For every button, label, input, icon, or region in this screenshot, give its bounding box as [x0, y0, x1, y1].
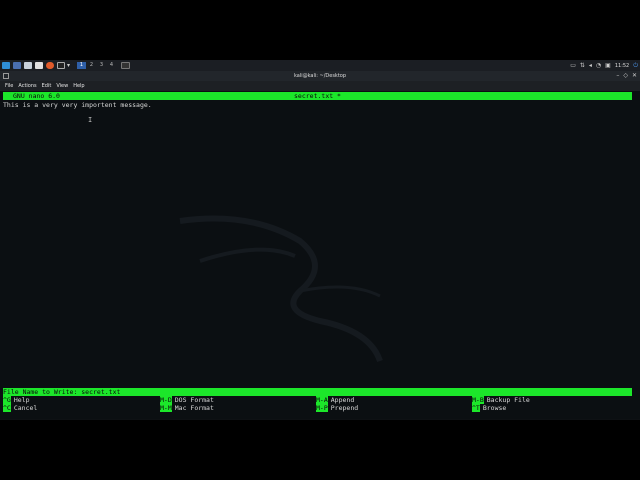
window-titlebar[interactable]: kali@kali: ~/Desktop – ◇ ✕	[0, 71, 640, 81]
kali-menu-icon[interactable]	[2, 62, 10, 69]
close-icon[interactable]: ✕	[632, 71, 637, 81]
text-cursor-icon: I	[88, 116, 93, 124]
terminal-icon[interactable]	[57, 62, 65, 69]
shortcut-cancel[interactable]: ^C Cancel	[3, 404, 37, 412]
file-content-line[interactable]: This is a very very importent message.	[3, 101, 152, 109]
minimize-icon[interactable]: –	[616, 71, 619, 81]
terminal-area[interactable]: GNU nano 6.0 secret.txt * This is a very…	[0, 91, 640, 419]
workspace-2[interactable]: 2	[87, 62, 96, 69]
clock[interactable]: 11:52	[615, 63, 629, 69]
chevron-down-icon[interactable]: ▾	[67, 60, 70, 71]
workspace-4[interactable]: 4	[107, 62, 116, 69]
shortcut-browse[interactable]: ^T Browse	[472, 404, 506, 412]
workspace-1[interactable]: 1	[77, 62, 87, 69]
network-icon[interactable]: ⇅	[580, 60, 585, 71]
workspace-3[interactable]: 3	[97, 62, 106, 69]
menu-file[interactable]: File	[5, 83, 13, 89]
shortcut-prepend[interactable]: M-P Prepend	[316, 404, 358, 412]
shortcut-backup-file[interactable]: M-B Backup File	[472, 396, 530, 404]
taskbar-terminal-icon[interactable]	[121, 62, 131, 69]
window-title: kali@kali: ~/Desktop	[293, 73, 347, 79]
workspace-switcher: 1 2 3 4	[76, 62, 116, 69]
menubar: File Actions Edit View Help	[0, 81, 640, 91]
shortcut-dos-format[interactable]: M-D DOS Format	[160, 396, 214, 404]
maximize-icon[interactable]: ◇	[623, 71, 628, 81]
firefox-icon[interactable]	[46, 62, 54, 69]
shortcut-mac-format[interactable]: M-M Mac Format	[160, 404, 214, 412]
volume-icon[interactable]: ◂	[589, 60, 592, 71]
screen: ▾ 1 2 3 4 ▭ ⇅ ◂ ◔ ▣ 11:52 ⏻ kali@kali: ~…	[0, 60, 640, 420]
nano-filename: secret.txt *	[294, 92, 341, 100]
system-tray: ▭ ⇅ ◂ ◔ ▣ 11:52 ⏻	[570, 60, 638, 71]
file-manager-icon[interactable]	[24, 62, 32, 69]
window-buttons: – ◇ ✕	[616, 71, 637, 81]
notification-icon[interactable]: ◔	[596, 60, 601, 71]
desktop-icon[interactable]	[13, 62, 21, 69]
save-prompt-text[interactable]: File Name to Write: secret.txt	[3, 388, 121, 396]
shortcut-help[interactable]: ^G Help	[3, 396, 29, 404]
menu-edit[interactable]: Edit	[42, 83, 52, 89]
menu-help[interactable]: Help	[73, 83, 84, 89]
monitor-icon[interactable]: ▭	[570, 60, 576, 71]
text-editor-icon[interactable]	[35, 62, 43, 69]
save-prompt[interactable]: File Name to Write: secret.txt	[3, 388, 632, 396]
top-panel: ▾ 1 2 3 4 ▭ ⇅ ◂ ◔ ▣ 11:52 ⏻	[0, 60, 640, 71]
shortcut-bar: ^G Help M-D DOS Format M-A Append M-B Backup…	[0, 396, 640, 414]
lock-icon[interactable]: ▣	[605, 60, 611, 71]
menu-actions[interactable]: Actions	[18, 83, 36, 89]
kali-dragon-watermark	[179, 215, 383, 363]
menu-view[interactable]: View	[56, 83, 68, 89]
shortcut-append[interactable]: M-A Append	[316, 396, 354, 404]
power-icon[interactable]: ⏻	[633, 60, 638, 71]
nano-header: GNU nano 6.0 secret.txt *	[3, 92, 632, 100]
